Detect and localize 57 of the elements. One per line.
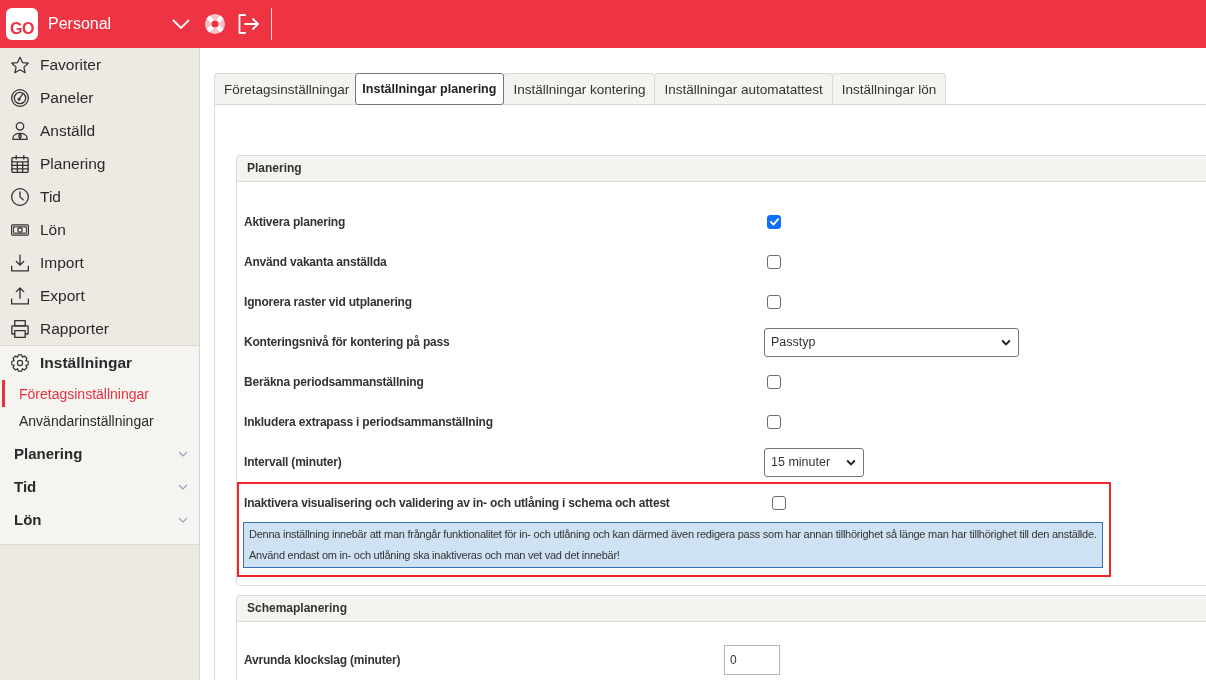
lifebuoy-icon[interactable] [205, 14, 225, 34]
nav-item[interactable]: Anställd [0, 114, 199, 147]
setting-label: Inaktivera visualisering och validering av in- och utlåning i schema och attest [244, 496, 670, 510]
setting-label: Beräkna periodsammanställning [244, 375, 424, 389]
nav-item[interactable]: Export [0, 279, 199, 312]
star-icon [11, 55, 29, 74]
nav-item[interactable]: Tid [0, 180, 199, 213]
tab[interactable]: Inställningar planering [355, 73, 505, 105]
dropdown[interactable]: 15 minuter [764, 447, 864, 477]
nav-item[interactable]: Import [0, 246, 199, 279]
section-toggle[interactable]: Tid [0, 470, 199, 503]
printer-icon [11, 319, 29, 338]
note-text: Använd endast om in- och utlåning ska inaktiveras och man vet vad det innebär! [249, 548, 621, 563]
upload-icon [11, 286, 29, 305]
dropdown[interactable]: Passtyp [764, 327, 1019, 357]
calendar-icon [11, 154, 29, 173]
chevron-down-icon [172, 19, 190, 29]
checkbox[interactable] [772, 496, 786, 510]
nav-item[interactable]: Inställningar [0, 346, 199, 379]
setting-label: Använd vakanta anställda [244, 255, 387, 269]
download-icon [11, 253, 29, 272]
module-switcher[interactable]: Personal [48, 15, 190, 33]
section-toggle[interactable]: Lön [0, 503, 199, 536]
app-logo[interactable]: GO [6, 8, 38, 40]
nav-item[interactable]: Favoriter [0, 48, 199, 81]
tab[interactable]: Inställningar lön [831, 73, 947, 104]
gauge-icon [11, 88, 29, 107]
checkbox[interactable] [767, 375, 781, 389]
setting-label: Ignorera raster vid utplanering [244, 295, 412, 309]
nav-item[interactable]: Planering [0, 147, 199, 180]
checkbox[interactable] [767, 255, 781, 269]
gear-icon [11, 353, 29, 372]
checkbox[interactable] [767, 295, 781, 309]
note-text: Denna inställning innebär att man frångår funktionalitet för in- och utlåning och kan därmed även redigera pass som har annan tillhörighet så länge man har tillhörighet till den anställde. [249, 527, 1097, 542]
check-icon [769, 218, 779, 226]
caret-icon [846, 458, 856, 466]
logout-icon[interactable] [238, 14, 259, 34]
setting-label: Aktivera planering [244, 215, 346, 229]
caret-icon [1001, 338, 1011, 346]
panel-header: Schemaplanering [237, 596, 1206, 622]
clock-icon [11, 187, 29, 206]
submenu-link[interactable]: Användarinställningar [2, 407, 199, 434]
nav-item[interactable]: Lön [0, 213, 199, 246]
setting-label: Avrunda klockslag (minuter) [244, 653, 401, 667]
person-icon [11, 121, 29, 140]
section-toggle[interactable]: Planering [0, 437, 199, 470]
panel-header: Planering [237, 156, 1206, 182]
nav-item[interactable]: Rapporter [0, 312, 199, 345]
number-input[interactable]: 0 [724, 645, 780, 675]
nav-item[interactable]: Paneler [0, 81, 199, 114]
checkbox[interactable] [767, 415, 781, 429]
setting-label: Inkludera extrapass i periodsammanställning [244, 415, 493, 429]
tab[interactable]: Inställningar automatattest [654, 73, 833, 104]
setting-label: Konteringsnivå för kontering på pass [244, 335, 450, 349]
checkbox[interactable] [767, 215, 781, 229]
tab[interactable]: Inställningar kontering [503, 73, 656, 104]
setting-label: Intervall (minuter) [244, 455, 342, 469]
